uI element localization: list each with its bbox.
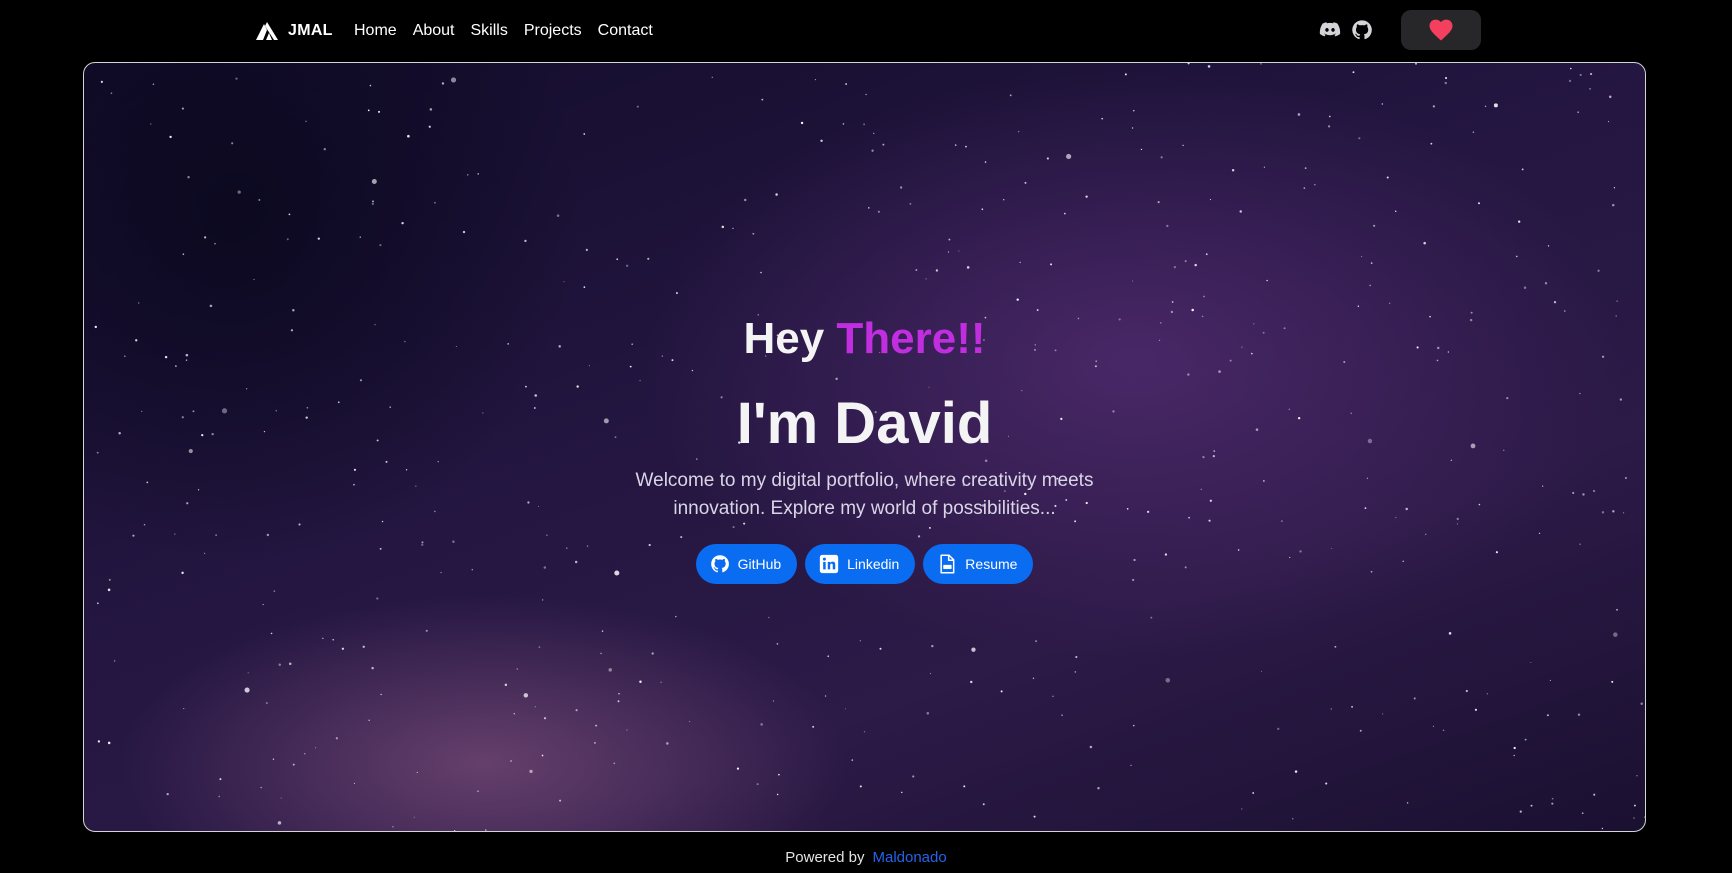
- top-navbar: JMAL Home About Skills Projects Contact: [0, 0, 1732, 62]
- hero-section: Hey There!! I'm David Welcome to my digi…: [83, 62, 1646, 832]
- github-icon: [710, 555, 729, 573]
- hero-content: Hey There!! I'm David Welcome to my digi…: [84, 63, 1645, 831]
- nav-link-contact[interactable]: Contact: [598, 22, 653, 40]
- hero-buttons: GitHub Linkedin Resume: [84, 544, 1645, 584]
- brand[interactable]: JMAL: [256, 19, 333, 43]
- footer-text: Powered by: [785, 848, 865, 866]
- linkedin-button[interactable]: Linkedin: [805, 544, 916, 584]
- brand-name: JMAL: [288, 22, 333, 39]
- github-icon[interactable]: [1351, 19, 1373, 41]
- hero-description: Welcome to my digital portfolio, where c…: [635, 470, 1094, 519]
- discord-icon[interactable]: [1319, 19, 1341, 41]
- nav-actions: [1319, 10, 1481, 50]
- pdf-file-icon: [940, 554, 955, 574]
- nav-link-skills[interactable]: Skills: [471, 22, 508, 40]
- footer: Powered by Maldonado: [0, 846, 1732, 868]
- brand-logo-icon: [256, 22, 278, 40]
- linkedin-icon: [819, 554, 839, 574]
- nav-link-projects[interactable]: Projects: [524, 22, 582, 40]
- linkedin-button-label: Linkedin: [847, 556, 900, 572]
- github-button-label: GitHub: [737, 556, 782, 572]
- nav-link-about[interactable]: About: [413, 22, 455, 40]
- footer-author-link[interactable]: Maldonado: [872, 849, 946, 866]
- heart-icon: [1429, 19, 1453, 41]
- sponsor-button[interactable]: [1401, 10, 1481, 50]
- nav-links: Home About Skills Projects Contact: [354, 19, 653, 43]
- greeting-accent: There!!: [836, 314, 986, 363]
- github-button[interactable]: GitHub: [695, 544, 798, 584]
- nav-link-home[interactable]: Home: [354, 22, 397, 40]
- hero-greeting: Hey There!!: [84, 311, 1645, 367]
- resume-button[interactable]: Resume: [923, 544, 1034, 584]
- greeting-prefix: Hey: [743, 314, 825, 363]
- hero-name: I'm David: [736, 391, 993, 456]
- resume-button-label: Resume: [965, 556, 1018, 572]
